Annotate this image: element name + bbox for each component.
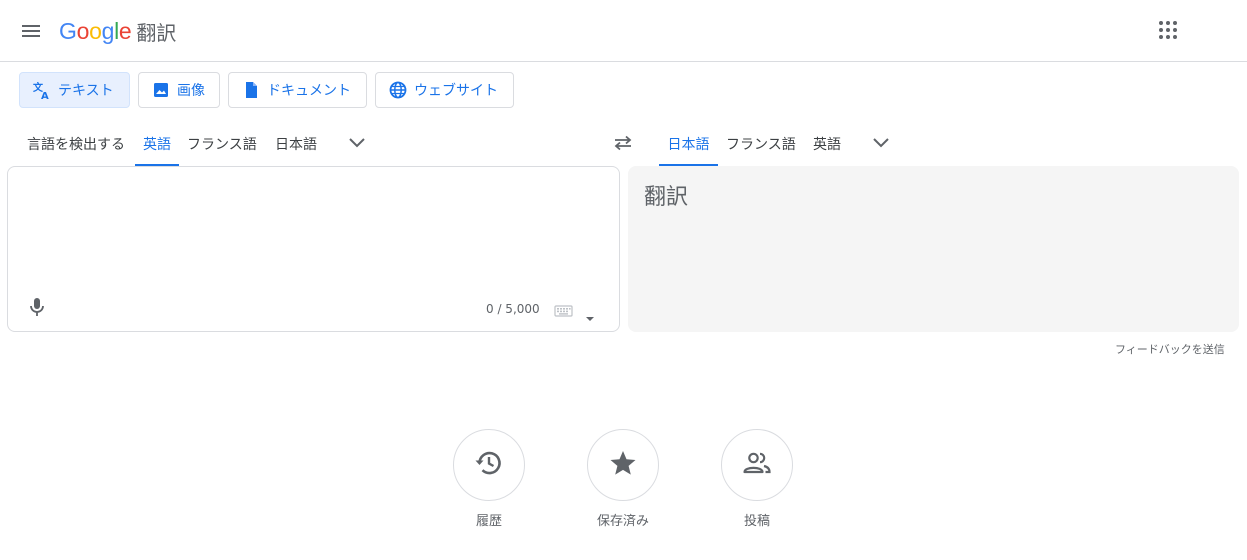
character-count: 0 / 5,000	[486, 302, 540, 316]
saved-label: 保存済み	[596, 514, 649, 529]
source-lang-more-chevron-down-icon[interactable]	[344, 130, 370, 156]
target-lang-japanese-tab[interactable]: 日本語	[659, 122, 718, 166]
apps-grid-icon[interactable]	[1153, 15, 1183, 45]
mode-document-button[interactable]: ドキュメント	[228, 72, 367, 108]
history-icon	[473, 447, 505, 483]
logo-letter-o2: o	[89, 17, 102, 44]
history-button[interactable]	[453, 429, 525, 501]
community-item: 投稿	[707, 429, 807, 529]
mode-text-label: テキスト	[58, 83, 114, 99]
translate-icon: 文 A	[32, 80, 52, 100]
send-feedback-link[interactable]: フィードバックを送信	[1115, 341, 1225, 357]
star-icon	[607, 447, 639, 483]
keyboard-dropdown-caret-icon[interactable]	[585, 307, 595, 321]
source-text-panel: 0 / 5,000	[7, 166, 620, 332]
logo-letter-g: G	[59, 17, 77, 44]
app-header: Google 翻訳	[0, 0, 1247, 62]
logo-letter-g2: g	[101, 17, 115, 44]
mode-document-label: ドキュメント	[267, 83, 351, 99]
product-name: 翻訳	[136, 20, 177, 45]
document-icon	[241, 80, 261, 100]
keyboard-icon[interactable]	[554, 303, 574, 317]
saved-button[interactable]	[587, 429, 659, 501]
source-lang-french-tab[interactable]: フランス語	[179, 122, 265, 166]
target-lang-french-tab[interactable]: フランス語	[718, 122, 804, 166]
logo-letter-e: e	[118, 17, 132, 44]
mode-text-button[interactable]: 文 A テキスト	[19, 72, 130, 108]
hamburger-menu-icon[interactable]	[17, 17, 45, 45]
microphone-icon[interactable]	[25, 295, 49, 319]
history-item: 履歴	[439, 429, 539, 529]
svg-text:A: A	[41, 91, 49, 100]
google-translate-logo[interactable]: Google 翻訳	[59, 15, 176, 47]
saved-item: 保存済み	[573, 429, 673, 529]
community-button[interactable]	[721, 429, 793, 501]
target-lang-more-chevron-down-icon[interactable]	[868, 130, 894, 156]
mode-image-button[interactable]: 画像	[138, 72, 220, 108]
image-icon	[151, 80, 171, 100]
mode-website-label: ウェブサイト	[414, 83, 498, 99]
translation-placeholder: 翻訳	[644, 185, 689, 210]
mode-website-button[interactable]: ウェブサイト	[375, 72, 514, 108]
mode-image-label: 画像	[177, 83, 205, 99]
source-lang-english-tab[interactable]: 英語	[135, 122, 179, 166]
community-icon	[741, 447, 773, 483]
globe-icon	[388, 80, 408, 100]
source-lang-japanese-tab[interactable]: 日本語	[267, 122, 325, 166]
source-lang-detect-tab[interactable]: 言語を検出する	[19, 122, 133, 166]
target-lang-english-tab[interactable]: 英語	[805, 122, 849, 166]
logo-letter-o1: o	[76, 17, 90, 44]
community-label: 投稿	[743, 514, 770, 529]
source-text-input[interactable]	[24, 181, 584, 291]
history-label: 履歴	[475, 514, 502, 529]
translation-output-panel: 翻訳	[628, 166, 1239, 332]
swap-languages-icon[interactable]	[608, 130, 638, 156]
